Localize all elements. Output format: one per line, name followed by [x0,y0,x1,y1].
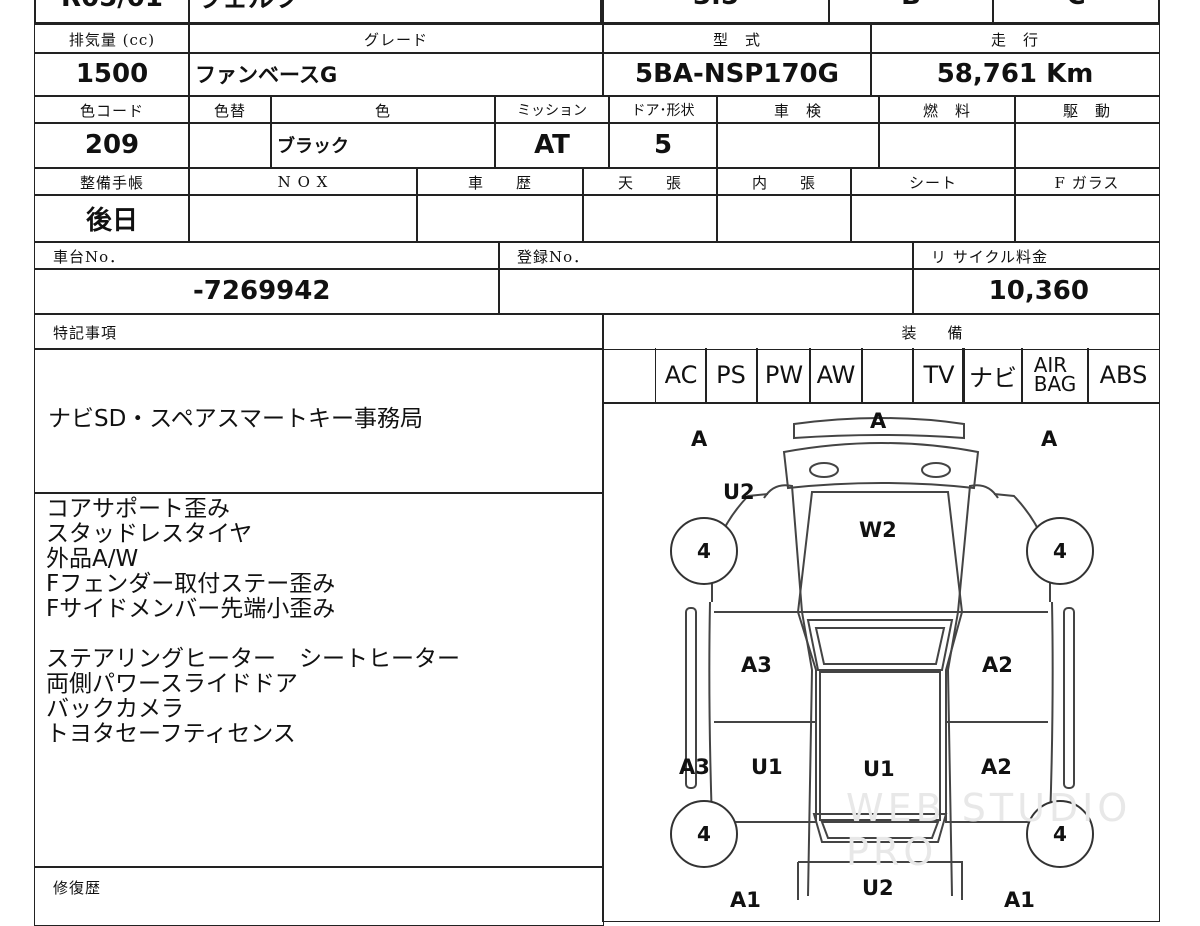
damage-u2-rear: U2 [862,876,894,900]
interior-grade-value: C [992,0,1160,24]
tire-front-left-icon: 4 [670,517,738,585]
color-label: 色 [270,96,496,124]
recycle-label: リ サイクル料金 [912,242,1160,270]
damage-front-right: A [1041,427,1058,451]
drive-value [1014,122,1160,168]
equip-aw: AW [809,348,863,402]
damage-w2: W2 [859,518,897,542]
notes-body: コアサポート歪み スタッドレスタイヤ 外品A/W Fフェンダー取付ステー歪み F… [46,496,460,747]
reg-label: 登録No． [498,242,914,270]
grade-label: グレード [188,24,604,54]
grade-value: ファンベースG [188,52,604,96]
exterior-grade-value: B [828,0,994,24]
tire-front-left-value: 4 [697,539,711,563]
drive-label: 駆 動 [1014,96,1160,124]
tire-front-right-value: 4 [1053,539,1067,563]
type-value: 5BA-NSP170G [602,52,872,96]
equip-blank [861,348,913,402]
history-value [416,194,584,242]
tire-rear-left-icon: 4 [670,800,738,868]
notes-line1: ナビSD・スペアスマートキー事務局 [48,406,424,432]
equip-pw: PW [757,348,811,402]
damage-a1-right: A1 [1004,888,1035,912]
nox-label: N O X [188,168,418,196]
color-code-label: 色コード [34,96,190,124]
equip-ps: PS [705,348,757,402]
equip-tv: TV [913,348,965,402]
repaint-label: 色替 [188,96,272,124]
fuel-value [878,122,1016,168]
inspection-value [716,122,880,168]
damage-a1-left: A1 [730,888,761,912]
door-label: ドア･形状 [608,96,718,124]
damage-u2-front: U2 [723,480,755,504]
history-label: 車 歴 [416,168,584,196]
record-value: 後日 [34,194,190,242]
damage-a2-lower: A2 [981,755,1012,779]
mission-value: AT [494,122,610,168]
interior-trim-label: 内 張 [716,168,852,196]
seat-label: シート [850,168,1016,196]
nox-value [188,194,418,242]
model-value: ウェルフ [188,0,602,24]
damage-a3-upper: A3 [741,653,772,677]
chassis-label: 車台No． [34,242,500,270]
tire-rear-left-value: 4 [697,822,711,846]
equipment-label: 装 備 [602,314,1160,350]
interior-trim-value [716,194,852,242]
record-label: 整備手帳 [34,168,190,196]
sunroof-label: 天 張 [582,168,718,196]
repaint-value [188,122,272,168]
equip-abs: ABS [1087,348,1159,402]
displacement-value: 1500 [34,52,190,96]
notes-label: 特記事項 [34,314,604,350]
mileage-label: 走 行 [870,24,1160,54]
mileage-value: 58,761 Km [870,52,1160,96]
fglass-label: F ガラス [1014,168,1160,196]
damage-a3-lower: A3 [679,755,710,779]
damage-u1-center: U1 [863,757,895,781]
door-value: 5 [608,122,718,168]
mission-label: ミッション [494,96,610,124]
inspection-label: 車 検 [716,96,880,124]
fuel-label: 燃 料 [878,96,1016,124]
damage-front-center: A [870,409,887,433]
damage-u1-left: U1 [751,755,783,779]
fglass-value [1014,194,1160,242]
equip-ac: AC [655,348,707,402]
score-value: 3.5 [602,0,830,24]
damage-front-left: A [691,427,708,451]
equipment-row: AC PS PW AW TV ナビ AIR BAG ABS [602,348,1160,404]
watermark: WEB STUDIO PRO [846,786,1132,874]
displacement-label: 排気量 (cc) [34,24,190,54]
tire-front-right-icon: 4 [1026,517,1094,585]
recycle-value: 10,360 [912,268,1160,314]
reg-value [498,268,914,314]
repair-history-label: 修復歴 [34,866,604,926]
type-label: 型 式 [602,24,872,54]
seat-value [850,194,1016,242]
equip-airbag: AIR BAG [1021,348,1089,402]
sunroof-value [582,194,718,242]
damage-a2-upper: A2 [982,653,1013,677]
color-value: ブラック [270,122,496,168]
date-value: R05/01 [34,0,190,24]
equip-navi: ナビ [963,348,1023,402]
color-code-value: 209 [34,122,190,168]
chassis-value: -7269942 [34,268,500,314]
